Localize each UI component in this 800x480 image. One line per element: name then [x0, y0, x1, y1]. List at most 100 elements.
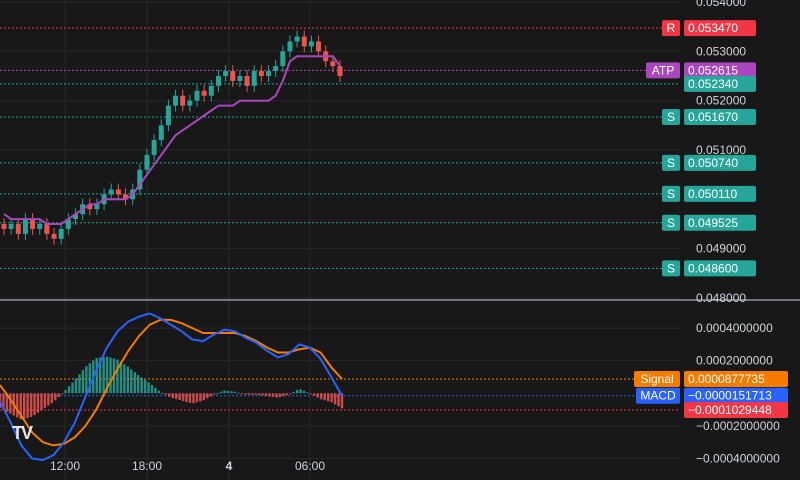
atp-line [3, 55, 341, 225]
histogram-bar [316, 393, 320, 398]
level-badge-value: 0.053470 [688, 21, 738, 35]
histogram-bar [212, 393, 216, 395]
histogram-bar [288, 393, 292, 395]
histogram-bar [64, 390, 67, 394]
level-badge-tag: S [667, 156, 675, 170]
histogram-bar [9, 393, 12, 414]
histogram-bar [295, 390, 299, 394]
level-lines [0, 27, 680, 411]
histogram-bar [202, 393, 206, 401]
histogram-bar [71, 382, 74, 394]
candle-body [44, 224, 50, 234]
candle-body [144, 154, 150, 170]
histogram-bar [323, 393, 326, 401]
histogram-bar [247, 393, 250, 395]
candle-body [330, 61, 336, 67]
candles [1, 30, 343, 245]
candle-body [1, 224, 7, 229]
histogram-bar [150, 384, 154, 394]
macd-badge-value: 0.0000877735 [688, 372, 765, 386]
histogram-bar [123, 364, 126, 394]
histogram-bar [233, 391, 237, 394]
candle-body [58, 228, 64, 239]
candle-body [165, 105, 171, 126]
candle-body [151, 140, 157, 155]
histogram-bar [299, 389, 302, 394]
histogram-bar [337, 393, 340, 407]
candle-body [180, 95, 186, 106]
level-badge-value: 0.049525 [688, 216, 738, 230]
histogram-bar [78, 374, 81, 394]
candle-body [223, 71, 229, 76]
histogram-bar [133, 372, 136, 394]
level-badge-tag: S [667, 216, 675, 230]
histogram-bar [268, 393, 271, 397]
time-tick-label: 18:00 [132, 459, 162, 473]
histogram-bar [257, 393, 261, 396]
histogram-bar [209, 393, 212, 397]
histogram-bar [271, 393, 275, 397]
histogram-bar [206, 393, 209, 399]
histogram-bar [85, 366, 88, 394]
macd-badge-value: −0.0000151713 [688, 389, 772, 403]
histogram-bar [216, 393, 219, 395]
histogram-bar [126, 366, 130, 394]
histogram-bar [16, 393, 19, 418]
candle-body [22, 219, 28, 234]
histogram-bar [244, 393, 247, 395]
candle-body [316, 41, 322, 52]
histogram-bar [0, 393, 2, 408]
histogram-bar [192, 393, 195, 404]
level-badge-value: 0.052340 [688, 77, 738, 91]
price-tick-label: 0.049000 [696, 242, 746, 256]
histogram-bar [161, 392, 164, 394]
histogram-bar [95, 357, 98, 394]
histogram-bar [199, 393, 202, 402]
histogram-bar [22, 393, 26, 419]
histogram-bar [157, 390, 161, 394]
time-tick-label: 06:00 [295, 459, 325, 473]
chart-canvas[interactable]: 0.0540000.0530000.0520000.0510000.049000… [0, 0, 800, 480]
histogram-bar [36, 393, 40, 413]
histogram-bar [47, 393, 50, 406]
price-tick-label: 0.053000 [696, 44, 746, 58]
histogram-bar [254, 393, 257, 395]
histogram-bar [185, 393, 188, 402]
price-tick-label: 0.052000 [696, 94, 746, 108]
histogram-bar [309, 393, 313, 395]
macd-tick-label: −0.0002000000 [696, 419, 780, 433]
histogram-bar [154, 387, 157, 394]
histogram-bar [181, 393, 185, 401]
histogram-bar [67, 386, 71, 394]
candle-body [8, 224, 14, 229]
candle-body [244, 76, 250, 86]
candle-body [108, 189, 114, 195]
histogram-bar [250, 393, 254, 395]
histogram-bar [40, 393, 43, 411]
histogram-bar [26, 393, 29, 418]
candle-body [201, 90, 207, 96]
level-badge-tag: ATP [652, 63, 674, 77]
macd-tick-label: 0.0002000000 [696, 354, 773, 368]
histogram-bar [282, 393, 285, 397]
candle-body [301, 36, 307, 47]
histogram-bar [178, 393, 181, 401]
candle-body [287, 41, 293, 52]
histogram-bar [240, 393, 244, 395]
macd-tick-label: −0.0004000000 [696, 451, 780, 465]
candle-body [337, 66, 343, 76]
candle-body [194, 90, 200, 101]
histogram-bar [302, 390, 306, 394]
price-tick-label: 0.054000 [696, 0, 746, 9]
histogram-bar [237, 392, 240, 394]
macd-badge-tag: Signal [640, 372, 673, 386]
histogram-bar [29, 393, 33, 417]
macd-histogram [0, 356, 344, 420]
signal-line [0, 318, 343, 447]
histogram-bar [136, 375, 140, 394]
histogram-bar [330, 393, 333, 403]
histogram-bar [109, 357, 112, 394]
histogram-bar [278, 393, 282, 398]
candle-body [294, 36, 300, 42]
histogram-bar [226, 390, 230, 394]
